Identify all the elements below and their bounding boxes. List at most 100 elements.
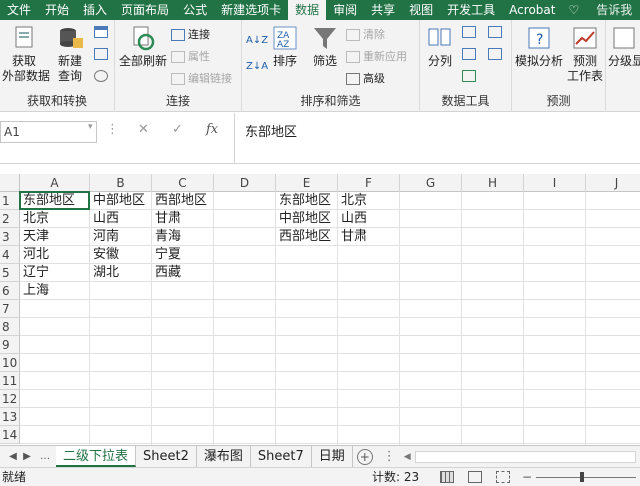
cell-F2[interactable]: 山西	[338, 210, 367, 228]
cell-C1[interactable]: 西部地区	[152, 192, 207, 210]
sheet-tab-0[interactable]: 二级下拉表	[56, 446, 137, 467]
column-header-H[interactable]: H	[462, 174, 524, 192]
connections-button[interactable]: 连接	[171, 28, 210, 42]
cell-C3[interactable]: 青海	[152, 228, 181, 246]
tab-1[interactable]: 开始	[38, 0, 76, 20]
column-header-B[interactable]: B	[90, 174, 152, 192]
row-header-7[interactable]: 7	[0, 300, 20, 318]
row-header-2[interactable]: 2	[0, 210, 20, 228]
tab-5[interactable]: 新建选项卡	[214, 0, 288, 20]
cell-C2[interactable]: 甘肃	[152, 210, 181, 228]
name-box[interactable]: A1	[0, 121, 97, 143]
cell-B3[interactable]: 河南	[90, 228, 119, 246]
column-header-I[interactable]: I	[524, 174, 586, 192]
what-if-button[interactable]: ? 模拟分析	[514, 24, 564, 69]
column-header-J[interactable]: J	[586, 174, 640, 192]
sheet-tab-3[interactable]: Sheet7	[251, 446, 312, 467]
text-to-columns-button[interactable]: 分列	[422, 24, 458, 69]
column-header-A[interactable]: A	[20, 174, 90, 192]
cell-F1[interactable]: 北京	[338, 192, 367, 210]
column-header-D[interactable]: D	[214, 174, 276, 192]
cell-A4[interactable]: 河北	[20, 246, 49, 264]
column-header-E[interactable]: E	[276, 174, 338, 192]
sheet-tab-4[interactable]: 日期	[312, 446, 353, 467]
cell-C5[interactable]: 西藏	[152, 264, 181, 282]
cell-B5[interactable]: 湖北	[90, 264, 119, 282]
row-header-1[interactable]: 1	[0, 192, 20, 210]
name-box-dropdown-icon[interactable]: ▾	[88, 122, 93, 132]
relationships-button[interactable]	[488, 48, 502, 60]
sort-desc-button[interactable]: Z↓A	[246, 60, 268, 74]
sheet-tab-1[interactable]: Sheet2	[136, 446, 197, 467]
tab-10[interactable]: 开发工具	[440, 0, 502, 20]
cell-B4[interactable]: 安徽	[90, 246, 119, 264]
tab-0[interactable]: 文件	[0, 0, 38, 20]
new-query-button[interactable]: 新建 查询	[50, 24, 90, 84]
cell-A5[interactable]: 辽宁	[20, 264, 49, 282]
column-header-G[interactable]: G	[400, 174, 462, 192]
zoom-slider-thumb[interactable]	[580, 472, 584, 482]
worksheet-grid[interactable]: ABCDEFGHIJ 1 2 3 4 5 6 7 8 9 10 11 12 13 14 东部地区 中部地区 西部…	[0, 174, 640, 445]
sheet-tab-2[interactable]: 瀑布图	[197, 446, 251, 467]
more-sheets-icon[interactable]: …	[34, 451, 56, 462]
sort-asc-button[interactable]: A↓Z	[246, 34, 268, 48]
consolidate-button[interactable]	[488, 26, 502, 38]
recent-sources-button[interactable]	[94, 48, 108, 60]
tab-9[interactable]: 视图	[402, 0, 440, 20]
tab-8[interactable]: 共享	[364, 0, 402, 20]
page-break-view-icon[interactable]	[496, 471, 510, 483]
tab-2[interactable]: 插入	[76, 0, 114, 20]
outline-button[interactable]: 分级显	[608, 24, 640, 69]
add-sheet-icon[interactable]: +	[356, 448, 373, 465]
cell-E2[interactable]: 中部地区	[276, 210, 331, 228]
properties-button[interactable]: 属性	[171, 50, 210, 64]
hscroll-left-icon[interactable]: ◀	[404, 452, 411, 462]
cancel-icon[interactable]: ✕	[138, 122, 149, 137]
filter-button[interactable]: 筛选	[308, 24, 342, 69]
forecast-sheet-button[interactable]: 预测 工作表	[566, 24, 604, 84]
horizontal-scrollbar[interactable]	[414, 450, 636, 463]
cell-A3[interactable]: 天津	[20, 228, 49, 246]
flash-fill-button[interactable]	[462, 26, 476, 38]
show-queries-button[interactable]	[94, 70, 108, 82]
tab-7[interactable]: 审阅	[326, 0, 364, 20]
tab-6[interactable]: 数据	[288, 0, 327, 20]
zoom-slider[interactable]	[536, 477, 636, 478]
formula-input[interactable]: 东部地区	[234, 113, 640, 163]
row-header-13[interactable]: 13	[0, 408, 20, 426]
page-layout-view-icon[interactable]	[468, 471, 482, 483]
row-header-5[interactable]: 5	[0, 264, 20, 282]
column-header-F[interactable]: F	[338, 174, 400, 192]
remove-duplicates-button[interactable]	[462, 48, 476, 60]
cell-B1[interactable]: 中部地区	[90, 192, 145, 210]
row-header-14[interactable]: 14	[0, 426, 20, 444]
row-header-10[interactable]: 10	[0, 354, 20, 372]
row-header-6[interactable]: 6	[0, 282, 20, 300]
row-header-3[interactable]: 3	[0, 228, 20, 246]
tab-3[interactable]: 页面布局	[114, 0, 176, 20]
prev-sheet-icon[interactable]: ◀	[6, 451, 20, 462]
next-sheet-icon[interactable]: ▶	[20, 451, 34, 462]
tell-me-search[interactable]: 告诉我	[589, 0, 639, 20]
data-validation-button[interactable]	[462, 70, 476, 82]
column-header-C[interactable]: C	[152, 174, 214, 192]
enter-icon[interactable]: ✓	[172, 122, 183, 137]
normal-view-icon[interactable]	[440, 471, 454, 483]
insert-function-icon[interactable]: fx	[206, 122, 218, 137]
advanced-button[interactable]: 高级	[346, 72, 385, 86]
cell-B2[interactable]: 山西	[90, 210, 119, 228]
clear-button[interactable]: 清除	[346, 28, 385, 42]
refresh-all-button[interactable]: 全部刷新	[117, 24, 169, 69]
row-header-11[interactable]: 11	[0, 372, 20, 390]
cell-C4[interactable]: 宁夏	[152, 246, 181, 264]
cell-F3[interactable]: 甘肃	[338, 228, 367, 246]
cell-E1[interactable]: 东部地区	[276, 192, 331, 210]
cell-E3[interactable]: 西部地区	[276, 228, 331, 246]
row-header-8[interactable]: 8	[0, 318, 20, 336]
row-header-4[interactable]: 4	[0, 246, 20, 264]
cell-A6[interactable]: 上海	[20, 282, 49, 300]
select-all-corner[interactable]	[0, 174, 20, 192]
tab-11[interactable]: Acrobat	[502, 0, 562, 20]
reapply-button[interactable]: 重新应用	[346, 50, 407, 64]
zoom-out-icon[interactable]: −	[522, 468, 532, 486]
